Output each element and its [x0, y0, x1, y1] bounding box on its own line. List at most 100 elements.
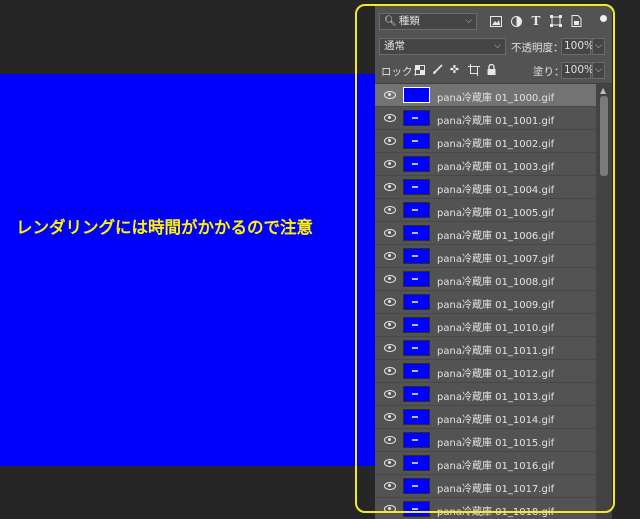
layer-row[interactable]: pana冷蔵庫 01_1012.gif	[375, 360, 596, 383]
thumbnail-content	[412, 278, 418, 280]
lock-transparent-icon[interactable]	[413, 63, 426, 76]
layer-row[interactable]: pana冷蔵庫 01_1006.gif	[375, 222, 596, 245]
thumbnail-content	[412, 393, 418, 395]
layer-thumbnail	[403, 317, 430, 333]
lock-paint-icon[interactable]	[431, 63, 444, 76]
layer-thumbnail	[403, 110, 430, 126]
visibility-eye-icon[interactable]	[384, 252, 396, 260]
layer-name: pana冷蔵庫 01_1004.gif	[437, 185, 555, 196]
chevron-down-icon: ⌵	[595, 65, 602, 75]
visibility-eye-icon[interactable]	[384, 275, 396, 283]
layer-row[interactable]: pana冷蔵庫 01_1008.gif	[375, 268, 596, 291]
thumbnail-content	[412, 347, 418, 349]
lock-artboard-icon[interactable]	[467, 63, 480, 76]
layer-row[interactable]: pana冷蔵庫 01_1002.gif	[375, 130, 596, 153]
layer-row[interactable]: pana冷蔵庫 01_1004.gif	[375, 176, 596, 199]
visibility-eye-icon[interactable]	[384, 367, 396, 375]
thumbnail-content	[412, 370, 418, 372]
layer-name: pana冷蔵庫 01_1017.gif	[437, 484, 555, 495]
layer-row[interactable]: pana冷蔵庫 01_1014.gif	[375, 406, 596, 429]
layer-row[interactable]: pana冷蔵庫 01_1017.gif	[375, 475, 596, 498]
layer-row[interactable]: pana冷蔵庫 01_1011.gif	[375, 337, 596, 360]
layer-name: pana冷蔵庫 01_1015.gif	[437, 438, 555, 449]
layer-row[interactable]: pana冷蔵庫 01_1001.gif	[375, 107, 596, 130]
fill-label: 塗り：	[533, 66, 565, 78]
visibility-eye-icon[interactable]	[384, 321, 396, 329]
scroll-up-arrow-icon[interactable]: ▲	[600, 86, 606, 95]
visibility-eye-icon[interactable]	[384, 229, 396, 237]
layer-list: pana冷蔵庫 01_1000.gif pana冷蔵庫 01_1001.gif pa…	[375, 84, 596, 519]
lock-position-icon[interactable]: ✜	[448, 63, 461, 76]
image-filter-icon[interactable]	[489, 14, 503, 28]
visibility-eye-icon[interactable]	[384, 160, 396, 168]
layer-name: pana冷蔵庫 01_1009.gif	[437, 300, 555, 311]
layer-name: pana冷蔵庫 01_1000.gif	[437, 93, 555, 104]
layer-row[interactable]: pana冷蔵庫 01_1015.gif	[375, 429, 596, 452]
layer-row[interactable]: pana冷蔵庫 01_1007.gif	[375, 245, 596, 268]
layer-row[interactable]: pana冷蔵庫 01_1000.gif	[375, 84, 596, 107]
thumbnail-content	[412, 324, 418, 326]
layer-filter-dropdown[interactable]: 🔍︎ 種類 ⌵	[379, 13, 477, 30]
layer-thumbnail	[403, 501, 430, 517]
adjustment-filter-icon[interactable]	[509, 14, 523, 28]
thumbnail-content	[412, 439, 418, 441]
visibility-eye-icon[interactable]	[384, 114, 396, 122]
visibility-eye-icon[interactable]	[384, 482, 396, 490]
type-filter-icon[interactable]: T	[529, 14, 543, 28]
visibility-eye-icon[interactable]	[384, 206, 396, 214]
layers-panel-controls: 🔍︎ 種類 ⌵ T 通常 ⌵ 不透明度： 100% ⌵ ロック： ✜ 塗り： 1…	[375, 6, 612, 84]
layer-name: pana冷蔵庫 01_1018.gif	[437, 507, 555, 518]
layer-name: pana冷蔵庫 01_1016.gif	[437, 461, 555, 472]
visibility-eye-icon[interactable]	[384, 137, 396, 145]
layer-name: pana冷蔵庫 01_1006.gif	[437, 231, 555, 242]
chevron-down-icon: ⌵	[595, 41, 602, 51]
layer-thumbnail	[403, 363, 430, 379]
smart-object-filter-icon[interactable]	[569, 14, 583, 28]
layer-thumbnail	[403, 294, 430, 310]
shape-filter-icon[interactable]	[549, 14, 563, 28]
visibility-eye-icon[interactable]	[384, 183, 396, 191]
thumbnail-content	[412, 416, 418, 418]
scrollbar-thumb[interactable]	[600, 96, 608, 176]
visibility-eye-icon[interactable]	[384, 436, 396, 444]
visibility-eye-icon[interactable]	[384, 413, 396, 421]
layer-thumbnail	[403, 340, 430, 356]
blend-mode-dropdown[interactable]: 通常 ⌵	[379, 38, 506, 55]
layer-thumbnail	[403, 455, 430, 471]
blue-canvas-image[interactable]	[0, 74, 376, 466]
thumbnail-content	[412, 485, 418, 487]
layer-row[interactable]: pana冷蔵庫 01_1009.gif	[375, 291, 596, 314]
layer-row[interactable]: pana冷蔵庫 01_1018.gif	[375, 498, 596, 519]
opacity-field[interactable]: 100%	[561, 38, 594, 55]
thumbnail-content	[412, 163, 418, 165]
fill-field[interactable]: 100%	[561, 62, 594, 79]
visibility-eye-icon[interactable]	[384, 298, 396, 306]
lock-all-icon[interactable]	[485, 63, 498, 76]
opacity-dropdown-button[interactable]: ⌵	[592, 38, 605, 55]
visibility-eye-icon[interactable]	[384, 390, 396, 398]
visibility-eye-icon[interactable]	[384, 91, 396, 99]
visibility-eye-icon[interactable]	[384, 459, 396, 467]
fill-dropdown-button[interactable]: ⌵	[592, 62, 605, 79]
rendering-warning-text: レンダリングには時間がかかるので注意	[16, 218, 313, 237]
layer-name: pana冷蔵庫 01_1014.gif	[437, 415, 555, 426]
layer-row[interactable]: pana冷蔵庫 01_1010.gif	[375, 314, 596, 337]
layer-row[interactable]: pana冷蔵庫 01_1003.gif	[375, 153, 596, 176]
thumbnail-content	[412, 209, 418, 211]
visibility-eye-icon[interactable]	[384, 505, 396, 513]
visibility-eye-icon[interactable]	[384, 344, 396, 352]
layer-filter-value: 種類	[398, 15, 420, 27]
layer-thumbnail	[403, 248, 430, 264]
layer-row[interactable]: pana冷蔵庫 01_1016.gif	[375, 452, 596, 475]
thumbnail-content	[412, 301, 418, 303]
layer-thumbnail	[403, 156, 430, 172]
layer-row[interactable]: pana冷蔵庫 01_1005.gif	[375, 199, 596, 222]
thumbnail-content	[412, 508, 418, 510]
thumbnail-content	[412, 255, 418, 257]
layer-list-scrollbar[interactable]: ▲	[596, 84, 612, 519]
filter-toggle-switch[interactable]	[600, 15, 607, 22]
search-icon: 🔍︎	[384, 16, 397, 27]
layer-row[interactable]: pana冷蔵庫 01_1013.gif	[375, 383, 596, 406]
layer-thumbnail	[403, 478, 430, 494]
layer-name: pana冷蔵庫 01_1008.gif	[437, 277, 555, 288]
